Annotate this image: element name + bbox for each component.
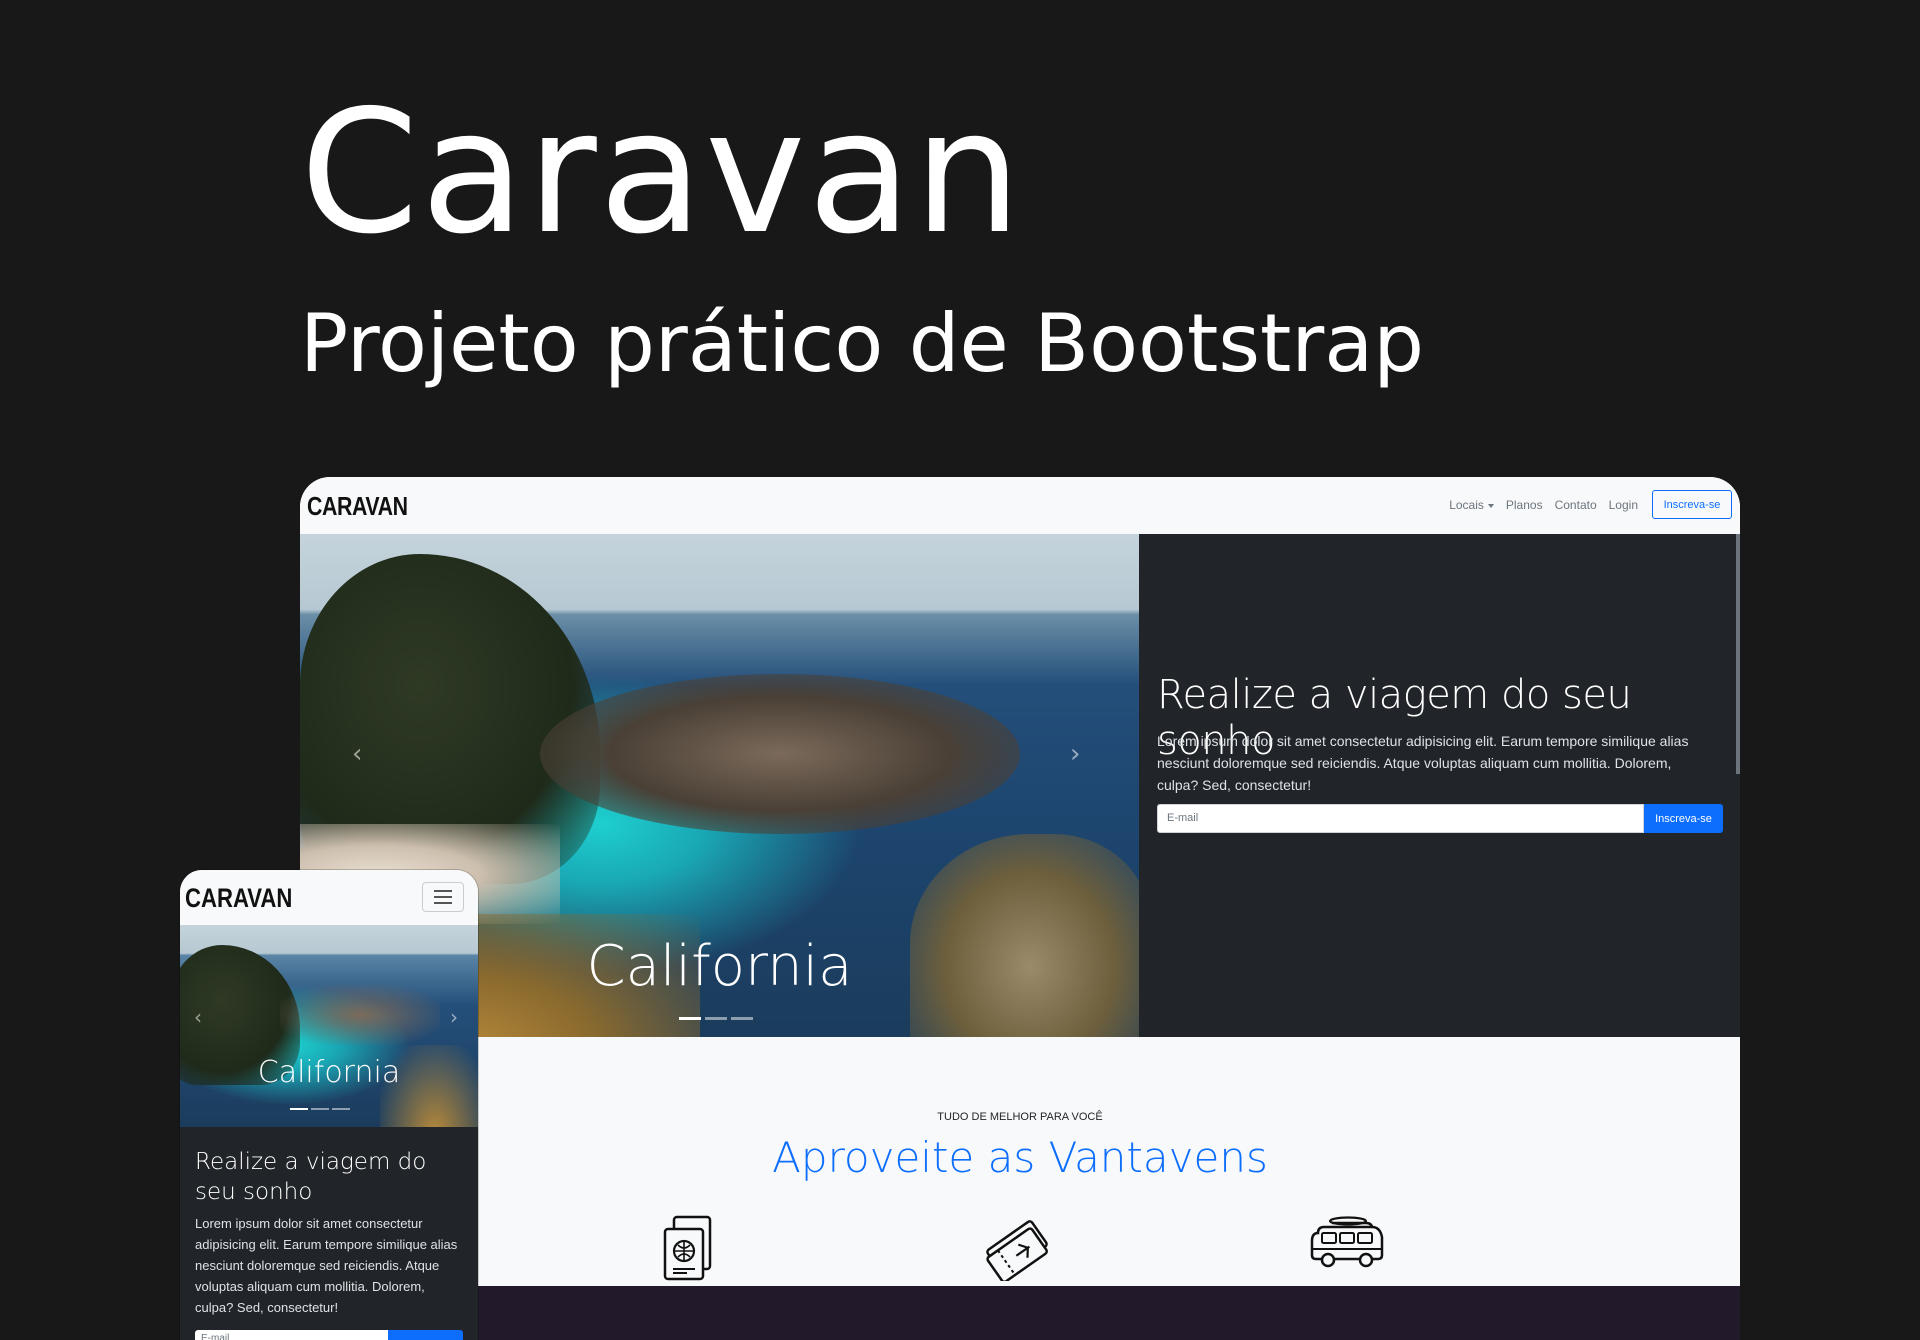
mobile-carousel-indicators	[290, 1108, 350, 1110]
mobile-carousel: ‹ › California	[180, 925, 478, 1127]
hero-title: Caravan	[300, 74, 1024, 272]
mobile-signup-panel: Realize a viagem do seu sonho Lorem ipsu…	[180, 1127, 478, 1340]
navbar: CARAVAN Locais Planos Contato Login Insc…	[300, 477, 1740, 534]
scrollbar[interactable]	[1736, 534, 1740, 774]
carousel-next-icon[interactable]: ›	[1070, 739, 1080, 769]
nav-locais-label: Locais	[1449, 498, 1484, 512]
mobile-brand-logo[interactable]: CARAVAN	[185, 883, 292, 914]
carousel-prev-icon[interactable]: ‹	[194, 1005, 202, 1029]
subscribe-nav-button[interactable]: Inscreva-se	[1652, 490, 1732, 519]
nav-links: Locais Planos Contato Login	[1449, 498, 1638, 512]
caret-down-icon	[1487, 503, 1494, 508]
carousel-indicator[interactable]	[705, 1017, 727, 1020]
nav-login[interactable]: Login	[1609, 498, 1638, 512]
mobile-navbar: CARAVAN	[180, 870, 478, 925]
nav-locais-dropdown[interactable]: Locais	[1449, 498, 1494, 512]
ticket-icon	[986, 1220, 1048, 1281]
benefits-section: TUDO DE MELHOR PARA VOCÊ Aproveite as Va…	[300, 1037, 1740, 1287]
panel-body: Lorem ipsum dolor sit amet consectetur a…	[1157, 733, 1689, 793]
nav-planos[interactable]: Planos	[1506, 498, 1543, 512]
carousel-indicator[interactable]	[679, 1017, 701, 1020]
carousel-next-icon[interactable]: ›	[450, 1005, 458, 1029]
subscribe-button[interactable]: Inscreva-se	[1644, 804, 1723, 833]
section-eyebrow: TUDO DE MELHOR PARA VOCÊ	[937, 1111, 1103, 1123]
desktop-mockup: CARAVAN Locais Planos Contato Login Insc…	[300, 477, 1740, 1340]
footer	[300, 1286, 1740, 1340]
signup-panel: Realize a viagem do seu sonho Lorem ipsu…	[1139, 534, 1740, 1037]
mobile-carousel-caption: California	[257, 1055, 401, 1090]
hamburger-menu-icon[interactable]	[422, 882, 464, 912]
carousel-indicator[interactable]	[311, 1108, 329, 1110]
van-icon	[1310, 1216, 1384, 1268]
carousel-prev-icon[interactable]: ‹	[352, 739, 362, 769]
email-input[interactable]: E-mail	[1157, 804, 1644, 833]
carousel-indicator[interactable]	[332, 1108, 350, 1110]
mobile-panel-body: Lorem ipsum dolor sit amet consectetur a…	[195, 1216, 458, 1315]
carousel-indicators	[679, 1017, 753, 1020]
mobile-email-input[interactable]: E-mail	[195, 1330, 388, 1340]
mobile-panel-heading: Realize a viagem do seu sonho	[195, 1149, 427, 1205]
hero-section: ‹ › California Realize a viagem do seu s…	[300, 534, 1740, 1037]
hero-subtitle: Projeto prático de Bootstrap	[300, 297, 1425, 390]
carousel-indicator[interactable]	[731, 1017, 753, 1020]
passport-icon	[663, 1215, 712, 1281]
brand-logo[interactable]: CARAVAN	[307, 491, 408, 522]
nav-contato[interactable]: Contato	[1555, 498, 1597, 512]
section-title: Aproveite as Vantavens	[772, 1133, 1268, 1182]
mobile-subscribe-button[interactable]	[388, 1330, 463, 1340]
carousel-indicator[interactable]	[290, 1108, 308, 1110]
mobile-mockup: CARAVAN ‹ › California Realize a viagem …	[180, 870, 478, 1340]
